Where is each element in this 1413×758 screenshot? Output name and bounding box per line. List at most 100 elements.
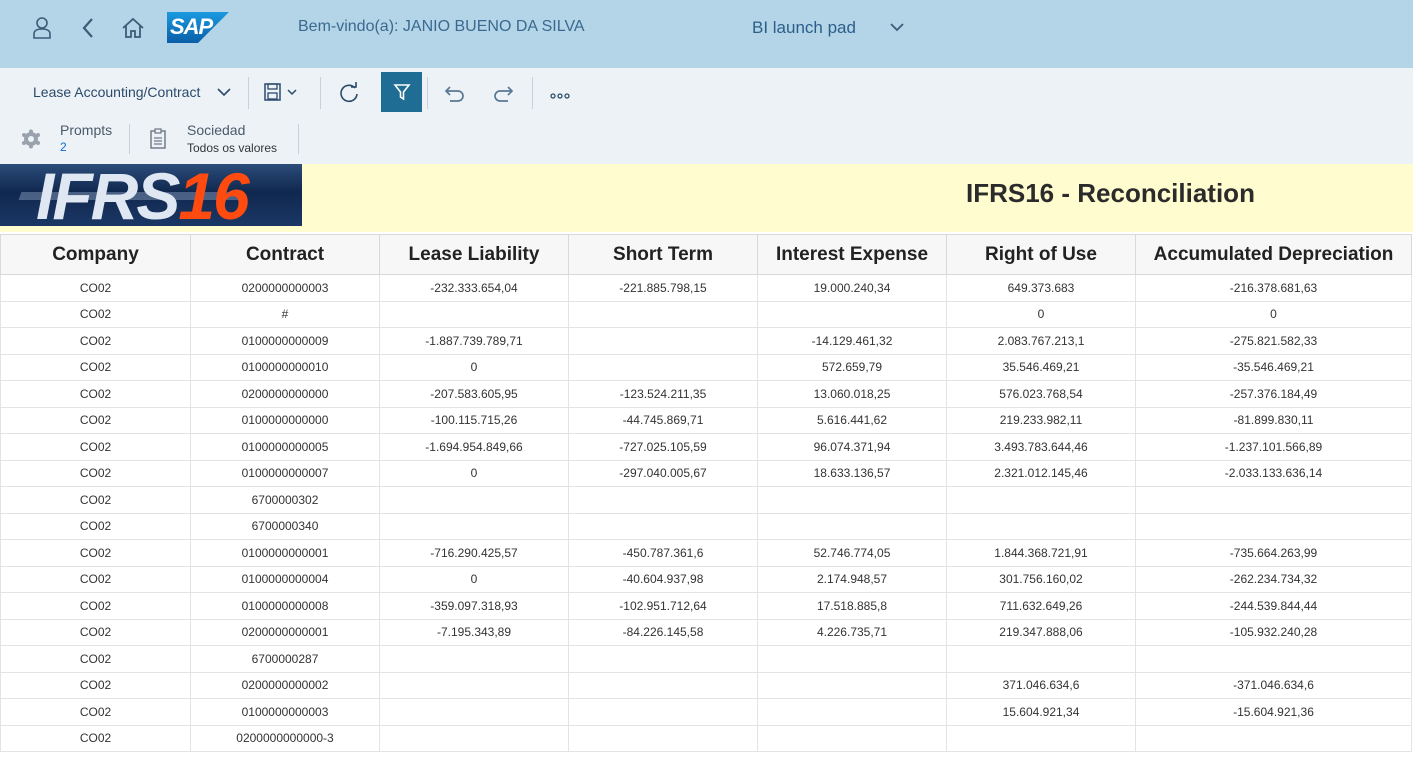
table-cell[interactable]: -257.376.184,49 — [1135, 380, 1412, 408]
table-cell[interactable]: -244.539.844,44 — [1135, 592, 1412, 620]
home-icon[interactable] — [117, 12, 149, 44]
table-cell[interactable]: CO02 — [0, 486, 191, 514]
table-cell[interactable]: CO02 — [0, 433, 191, 461]
table-cell[interactable]: 6700000302 — [190, 486, 380, 514]
table-cell[interactable]: 52.746.774,05 — [757, 539, 947, 567]
table-cell[interactable]: -450.787.361,6 — [568, 539, 758, 567]
table-cell[interactable]: -15.604.921,36 — [1135, 698, 1412, 726]
table-cell[interactable]: -232.333.654,04 — [379, 274, 569, 302]
table-cell[interactable]: 6700000340 — [190, 512, 380, 540]
table-cell[interactable] — [379, 512, 569, 540]
table-cell[interactable] — [1135, 645, 1412, 673]
table-row[interactable]: CO02 0100000000001 -716.290.425,57 -450.787… — [0, 539, 1412, 567]
table-cell[interactable]: 0 — [1135, 300, 1412, 328]
table-cell[interactable]: -100.115.715,26 — [379, 406, 569, 434]
table-cell[interactable] — [1135, 486, 1412, 514]
table-cell[interactable]: 0200000000001 — [190, 618, 380, 646]
table-cell[interactable]: 219.233.982,11 — [946, 406, 1136, 434]
table-cell[interactable]: 0100000000008 — [190, 592, 380, 620]
table-cell[interactable]: -44.745.869,71 — [568, 406, 758, 434]
table-cell[interactable]: CO02 — [0, 459, 191, 487]
table-cell[interactable]: CO02 — [0, 671, 191, 699]
back-icon[interactable] — [72, 12, 104, 44]
column-header[interactable]: Short Term — [568, 234, 758, 275]
table-row[interactable]: CO02 6700000340 — [0, 512, 1412, 540]
column-header[interactable]: Interest Expense — [757, 234, 947, 275]
document-name[interactable]: Lease Accounting/Contract — [33, 84, 200, 100]
table-cell[interactable] — [568, 724, 758, 752]
table-cell[interactable]: 6700000287 — [190, 645, 380, 673]
table-cell[interactable]: -371.046.634,6 — [1135, 671, 1412, 699]
table-row[interactable]: CO02 6700000302 — [0, 486, 1412, 514]
column-header[interactable]: Lease Liability — [379, 234, 569, 275]
table-cell[interactable]: 5.616.441,62 — [757, 406, 947, 434]
column-header[interactable]: Accumulated Depreciation — [1135, 234, 1412, 275]
table-cell[interactable]: -14.129.461,32 — [757, 327, 947, 355]
table-cell[interactable]: 3.493.783.644,46 — [946, 433, 1136, 461]
table-row[interactable]: CO02 0100000000007 0 -297.040.005,67 18.633.… — [0, 459, 1412, 487]
table-cell[interactable] — [568, 353, 758, 381]
sap-logo[interactable]: SAP ® — [167, 12, 229, 43]
table-cell[interactable] — [757, 512, 947, 540]
table-cell[interactable]: -262.234.734,32 — [1135, 565, 1412, 593]
table-cell[interactable]: 0200000000002 — [190, 671, 380, 699]
table-cell[interactable]: -221.885.798,15 — [568, 274, 758, 302]
table-cell[interactable]: -81.899.830,11 — [1135, 406, 1412, 434]
table-cell[interactable] — [379, 300, 569, 328]
prompts-label[interactable]: Prompts — [60, 122, 112, 138]
table-cell[interactable]: CO02 — [0, 274, 191, 302]
table-cell[interactable]: 4.226.735,71 — [757, 618, 947, 646]
sociedad-icon[interactable] — [147, 127, 169, 151]
table-cell[interactable]: CO02 — [0, 724, 191, 752]
table-cell[interactable]: -35.546.469,21 — [1135, 353, 1412, 381]
prompts-count[interactable]: 2 — [60, 140, 67, 154]
table-cell[interactable]: 301.756.160,02 — [946, 565, 1136, 593]
table-cell[interactable]: 0 — [946, 300, 1136, 328]
table-cell[interactable] — [568, 486, 758, 514]
table-cell[interactable]: 0200000000003 — [190, 274, 380, 302]
more-button[interactable] — [548, 86, 572, 106]
table-cell[interactable]: CO02 — [0, 645, 191, 673]
table-cell[interactable]: 649.373.683 — [946, 274, 1136, 302]
redo-button[interactable] — [490, 80, 516, 106]
table-cell[interactable] — [757, 698, 947, 726]
table-cell[interactable] — [1135, 512, 1412, 540]
table-cell[interactable] — [946, 486, 1136, 514]
table-cell[interactable] — [568, 698, 758, 726]
table-cell[interactable] — [946, 512, 1136, 540]
table-cell[interactable]: 0 — [379, 565, 569, 593]
table-cell[interactable]: 2.174.948,57 — [757, 565, 947, 593]
table-cell[interactable] — [757, 724, 947, 752]
table-cell[interactable]: 15.604.921,34 — [946, 698, 1136, 726]
table-cell[interactable]: 19.000.240,34 — [757, 274, 947, 302]
table-cell[interactable]: -1.694.954.849,66 — [379, 433, 569, 461]
table-cell[interactable]: 0200000000000 — [190, 380, 380, 408]
table-cell[interactable]: -105.932.240,28 — [1135, 618, 1412, 646]
table-cell[interactable]: 0100000000010 — [190, 353, 380, 381]
table-cell[interactable]: CO02 — [0, 698, 191, 726]
table-row[interactable]: CO02 0200000000002 371.046.634,6 -371.046.6… — [0, 671, 1412, 699]
table-cell[interactable]: 0100000000004 — [190, 565, 380, 593]
table-row[interactable]: CO02 0100000000000 -100.115.715,26 -44.745.… — [0, 406, 1412, 434]
user-icon[interactable] — [26, 12, 58, 44]
table-cell[interactable] — [757, 300, 947, 328]
refresh-button[interactable] — [336, 80, 362, 106]
column-header[interactable]: Company — [0, 234, 191, 275]
table-cell[interactable]: 0100000000003 — [190, 698, 380, 726]
table-cell[interactable] — [568, 671, 758, 699]
table-cell[interactable]: CO02 — [0, 327, 191, 355]
table-cell[interactable]: 17.518.885,8 — [757, 592, 947, 620]
table-cell[interactable]: CO02 — [0, 618, 191, 646]
table-cell[interactable]: -727.025.105,59 — [568, 433, 758, 461]
table-cell[interactable]: -359.097.318,93 — [379, 592, 569, 620]
table-cell[interactable]: -2.033.133.636,14 — [1135, 459, 1412, 487]
table-cell[interactable]: -207.583.605,95 — [379, 380, 569, 408]
table-cell[interactable]: 13.060.018,25 — [757, 380, 947, 408]
sociedad-label[interactable]: Sociedad — [187, 122, 245, 138]
column-header[interactable]: Contract — [190, 234, 380, 275]
prompts-icon[interactable] — [20, 128, 42, 150]
table-cell[interactable]: CO02 — [0, 380, 191, 408]
table-cell[interactable]: # — [190, 300, 380, 328]
table-cell[interactable]: -7.195.343,89 — [379, 618, 569, 646]
table-cell[interactable]: 0 — [379, 353, 569, 381]
